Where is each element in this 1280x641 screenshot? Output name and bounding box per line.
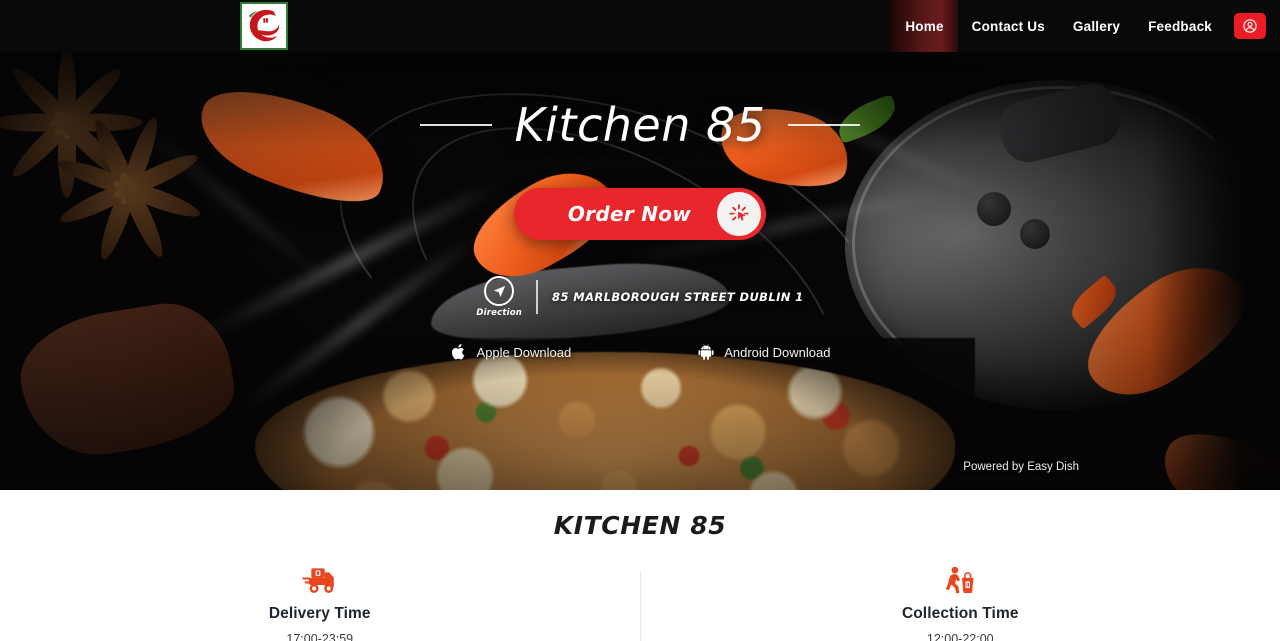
navigation-arrow-icon: [492, 284, 507, 299]
top-navigation-bar: Home Contact Us Gallery Feedback: [0, 0, 1280, 52]
hero-content: Kitchen 85 Order Now Direction 85 MARLBO…: [0, 52, 1280, 490]
nav-link-gallery[interactable]: Gallery: [1059, 0, 1134, 52]
direction-button[interactable]: Direction: [476, 276, 522, 318]
hero-title-row: Kitchen 85: [420, 98, 860, 152]
order-now-button[interactable]: Order Now: [513, 188, 767, 240]
order-now-label: Order Now: [567, 202, 692, 226]
android-download-label: Android Download: [724, 344, 831, 360]
service-times-row: Delivery Time 17:00-23:59 Collection Tim…: [0, 566, 1280, 641]
collection-time-title: Collection Time: [901, 605, 1019, 622]
order-now-badge: [717, 192, 762, 236]
delivery-truck-icon: [301, 566, 339, 596]
address-separator: [536, 280, 539, 314]
flame-swirl-logo-icon: [243, 5, 285, 47]
order-now-wrapper: Order Now: [513, 188, 767, 240]
nav-link-home[interactable]: Home: [891, 0, 958, 52]
restaurant-info-section: KITCHEN 85 Delivery Time 17:00-23:59 Col…: [0, 490, 1280, 641]
delivery-time-value: 17:00-23:59: [286, 632, 354, 641]
nav-links-group: Home Contact Us Gallery Feedback: [891, 0, 1280, 52]
restaurant-name-heading: KITCHEN 85: [553, 511, 727, 540]
apple-download-label: Apple Download: [476, 344, 572, 360]
walking-pickup-icon: [943, 566, 977, 596]
app-download-row: Apple Download Android Download: [450, 342, 830, 362]
nav-link-feedback[interactable]: Feedback: [1134, 0, 1226, 52]
collection-time-card: Collection Time 12:00-22:00: [641, 566, 1280, 641]
site-logo[interactable]: [240, 2, 288, 50]
account-button-wrapper: [1226, 0, 1280, 52]
collection-time-value: 12:00-22:00: [926, 632, 994, 641]
apple-download-link[interactable]: Apple Download: [450, 342, 572, 362]
direction-circle: [484, 276, 515, 306]
hero-banner: Kitchen 85 Order Now Direction 85 MARLBO…: [0, 52, 1280, 490]
restaurant-address: 85 MARLBOROUGH STREET DUBLIN 1: [552, 290, 804, 304]
account-button[interactable]: [1234, 13, 1266, 39]
address-row: Direction 85 MARLBOROUGH STREET DUBLIN 1: [476, 276, 803, 318]
delivery-time-title: Delivery Time: [268, 605, 371, 622]
title-rule-right: [787, 124, 860, 126]
android-icon: [697, 342, 715, 362]
nav-link-contact-us[interactable]: Contact Us: [958, 0, 1059, 52]
direction-label: Direction: [476, 308, 523, 318]
hero-title: Kitchen 85: [514, 98, 766, 152]
android-download-link[interactable]: Android Download: [697, 342, 830, 362]
title-rule-left: [420, 124, 493, 126]
user-circle-icon: [1242, 18, 1258, 34]
click-cursor-icon: [728, 203, 750, 225]
delivery-time-card: Delivery Time 17:00-23:59: [0, 566, 640, 641]
apple-icon: [450, 342, 468, 362]
